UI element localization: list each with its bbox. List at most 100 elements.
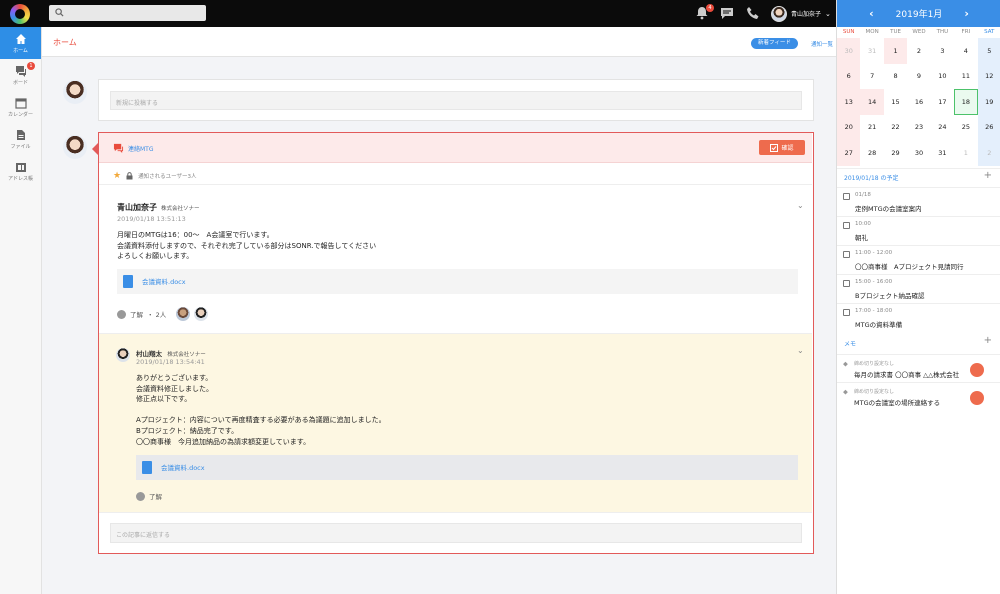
ack-label[interactable]: 了解 [149, 491, 162, 501]
calendar-icon [843, 309, 850, 316]
schedule-title: 2019/01/18 の予定 [844, 175, 899, 182]
new-post-input[interactable]: 新規に投稿する [110, 91, 802, 110]
right-panel: ‹ 2019年1月 › SUN MON TUE WED THU FRI SAT … [836, 0, 1000, 594]
sidebar-item-calendar[interactable]: カレンダー [0, 91, 41, 123]
new-post-box: 新規に投稿する [98, 79, 814, 121]
user-avatar [771, 5, 787, 22]
calendar-day[interactable]: 20 [837, 114, 861, 140]
tab-new-feed[interactable]: 新着フィード [751, 38, 798, 49]
calendar-day[interactable]: 27 [837, 140, 861, 166]
chevron-down-icon[interactable]: ⌄ [797, 346, 804, 355]
schedule-item[interactable]: 11:00 - 12:00 〇〇商事様 Aプロジェクト見請同行 [837, 245, 1000, 274]
sidebar-item-board[interactable]: 1 ボード [0, 59, 41, 91]
calendar-day[interactable]: 10 [931, 64, 954, 90]
calendar-day[interactable]: 29 [884, 140, 907, 166]
ack-label[interactable]: 了解 [130, 309, 143, 319]
reply-input[interactable]: この記事に返信する [110, 523, 802, 543]
calendar-day[interactable]: 18 [954, 89, 978, 115]
calendar-day[interactable]: 11 [954, 64, 977, 90]
calendar-day[interactable]: 15 [884, 89, 907, 115]
calendar-day[interactable]: 1 [954, 140, 977, 166]
calendar-day[interactable]: 2 [907, 38, 930, 64]
ack-icon[interactable] [136, 491, 145, 501]
memo-text: MTGの会議室の場所連絡する [854, 399, 941, 407]
sidebar-item-file[interactable]: ファイル [0, 123, 41, 155]
star-icon[interactable]: ★ [113, 171, 121, 181]
divider [99, 184, 812, 185]
calendar-day[interactable]: 30 [837, 38, 861, 64]
calendar-day[interactable]: 22 [884, 115, 907, 141]
calendar-icon [14, 97, 27, 109]
calendar-day[interactable]: 4 [954, 38, 977, 64]
schedule-item[interactable]: 10:00 朝礼 [837, 216, 1000, 245]
user-menu[interactable]: 青山加奈子 ⌄ [771, 5, 831, 22]
calendar-day[interactable]: 30 [907, 140, 930, 166]
calendar-day[interactable]: 28 [860, 140, 883, 166]
file-attachment[interactable]: 会議資料.docx [136, 455, 798, 480]
calendar-day[interactable]: 14 [860, 89, 884, 115]
calendar-day[interactable]: 16 [907, 89, 930, 115]
schedule-time: 10:00 [855, 221, 871, 227]
search-icon [55, 8, 64, 17]
weekday-label: THU [936, 29, 949, 35]
calendar-day[interactable]: 7 [860, 64, 883, 90]
weekday-label: SAT [984, 29, 995, 35]
confirm-button[interactable]: 確認 [759, 140, 805, 155]
calendar-day[interactable]: 24 [931, 115, 954, 141]
calendar-day[interactable]: 13 [837, 89, 861, 115]
calendar-day[interactable]: 21 [860, 115, 883, 141]
sidebar-item-home[interactable]: ホーム [0, 27, 41, 59]
sidebar-item-address-book[interactable]: アドレス帳 [0, 155, 41, 187]
top-bar: 4 青山加奈子 ⌄ [0, 0, 836, 27]
check-icon[interactable] [970, 391, 984, 405]
prev-month-button[interactable]: ‹ [869, 7, 874, 20]
calendar-day[interactable]: 26 [977, 114, 1000, 140]
calendar-day[interactable]: 3 [931, 38, 954, 64]
search-input[interactable] [49, 5, 206, 21]
chat-icon[interactable] [720, 6, 736, 22]
notification-badge: 4 [706, 4, 714, 12]
schedule-name: 定例MTGの会議室案内 [855, 205, 922, 213]
avatar [176, 307, 191, 321]
calendar-day[interactable]: 23 [907, 115, 930, 141]
calendar-day[interactable]: 31 [860, 38, 883, 64]
calendar-day[interactable]: 8 [884, 64, 907, 90]
avatar [63, 135, 87, 159]
calendar-day[interactable]: 2 [977, 140, 1000, 166]
calendar-day[interactable]: 12 [977, 63, 1000, 89]
calendar-day[interactable]: 17 [931, 89, 954, 115]
ack-icon[interactable] [117, 309, 126, 319]
schedule-item[interactable]: 15:00 - 16:00 Bプロジェクト納品確認 [837, 274, 1000, 303]
calendar-day[interactable]: 5 [977, 38, 1000, 64]
board-icon [15, 65, 26, 77]
file-attachment[interactable]: 会議資料.docx [117, 269, 798, 294]
user-name: 青山加奈子 [791, 11, 822, 18]
tab-notifications[interactable]: 通知一覧 [811, 40, 833, 48]
sidebar-item-label: ホーム [13, 47, 28, 54]
calendar-day[interactable]: 31 [931, 140, 954, 166]
calendar-day[interactable]: 6 [837, 63, 861, 89]
calendar-day[interactable]: 25 [954, 115, 977, 141]
app-logo[interactable] [10, 4, 30, 24]
calendar-day[interactable]: 9 [907, 64, 930, 90]
memo-item[interactable]: ⬥ 締め切り設定なし 毎月の請求書 〇〇商事 △△株式会社 [837, 354, 1000, 382]
calendar-day[interactable]: 19 [977, 89, 1000, 115]
memo-item[interactable]: ⬥ 締め切り設定なし MTGの会議室の場所連絡する [837, 382, 1000, 410]
chevron-down-icon[interactable]: ⌄ [797, 201, 804, 210]
post-category[interactable]: 連絡MTG [128, 144, 154, 153]
bell-icon[interactable]: 4 [695, 4, 714, 22]
check-icon[interactable] [970, 363, 984, 377]
add-memo-button[interactable]: + [984, 335, 992, 346]
add-schedule-button[interactable]: + [984, 170, 992, 181]
weekday-row: SUN MON TUE WED THU FRI SAT [837, 27, 1000, 38]
post-author: 青山加奈子 株式会社ソナー [117, 202, 200, 213]
phone-icon[interactable] [746, 6, 762, 22]
calendar-icon [843, 193, 850, 200]
file-name: 会議資料.docx [142, 278, 186, 286]
schedule-item[interactable]: 01/18 定例MTGの会議室案内 [837, 187, 1000, 216]
calendar-icon [843, 251, 850, 258]
next-month-button[interactable]: › [964, 7, 969, 20]
calendar-day[interactable]: 1 [883, 38, 908, 64]
schedule-item[interactable]: 17:00 - 18:00 MTGの資料準備 [837, 303, 1000, 332]
post-body: 月曜日のMTGは16：00〜 A会議室で行います。 会議資料添付しますので、それ… [117, 231, 377, 261]
